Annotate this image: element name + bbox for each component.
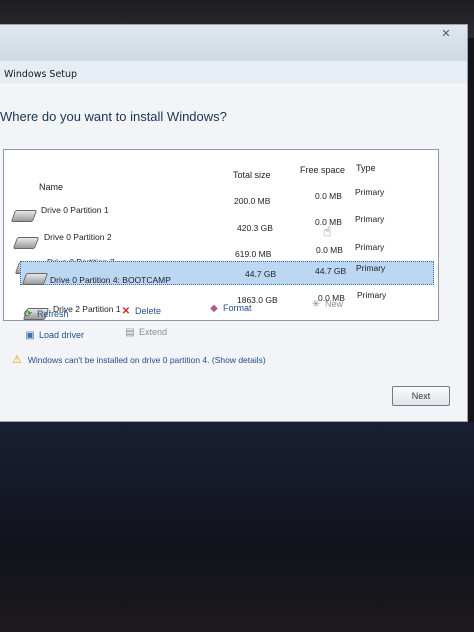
delete-button[interactable]: ✕ Delete	[120, 306, 161, 317]
new-button[interactable]: ✳ New	[310, 299, 343, 310]
setup-window: ✕ Windows Setup Where do you want to ins…	[0, 24, 468, 422]
load-driver-button[interactable]: ▣ Load driver	[24, 330, 84, 341]
desktop-background	[0, 422, 474, 632]
delete-icon: ✕	[121, 306, 131, 317]
table-row-selected[interactable]: Drive 0 Partition 4: BOOTCAMP 44.7 GB 44…	[20, 261, 434, 285]
warning-message[interactable]: ⚠ Windows can't be installed on drive 0 p…	[12, 353, 266, 366]
extend-button[interactable]: ▤ Extend	[124, 327, 167, 338]
column-header-type[interactable]: Type	[356, 163, 376, 173]
eraser-icon: ◆	[210, 303, 218, 314]
window-title: Windows Setup	[4, 69, 78, 80]
hand-cursor-icon: ☝	[323, 224, 332, 240]
next-button[interactable]: Next	[392, 386, 450, 406]
column-header-free-space[interactable]: Free space	[300, 165, 345, 175]
load-driver-icon: ▣	[25, 330, 35, 341]
format-button[interactable]: ◆ Format	[208, 303, 251, 314]
warning-text: Windows can't be installed on drive 0 pa…	[27, 355, 266, 365]
close-icon: ✕	[441, 27, 451, 40]
hard-drive-icon	[10, 210, 38, 222]
title-bar	[0, 25, 467, 62]
page-title: Where do you want to install Windows?	[0, 109, 227, 124]
close-button[interactable]: ✕	[431, 26, 461, 41]
column-header-name[interactable]: Name	[39, 182, 63, 192]
hard-drive-icon	[12, 237, 40, 249]
new-icon: ✳	[311, 299, 321, 310]
refresh-icon: ⟳	[23, 309, 33, 320]
warning-icon: ⚠	[12, 354, 22, 366]
hard-drive-icon	[21, 273, 49, 285]
partition-table: Name Total size Free space Type Drive 0 …	[3, 149, 439, 321]
extend-icon: ▤	[125, 327, 135, 338]
column-header-total-size[interactable]: Total size	[233, 170, 271, 180]
refresh-button[interactable]: ⟳ Refresh	[22, 309, 69, 320]
